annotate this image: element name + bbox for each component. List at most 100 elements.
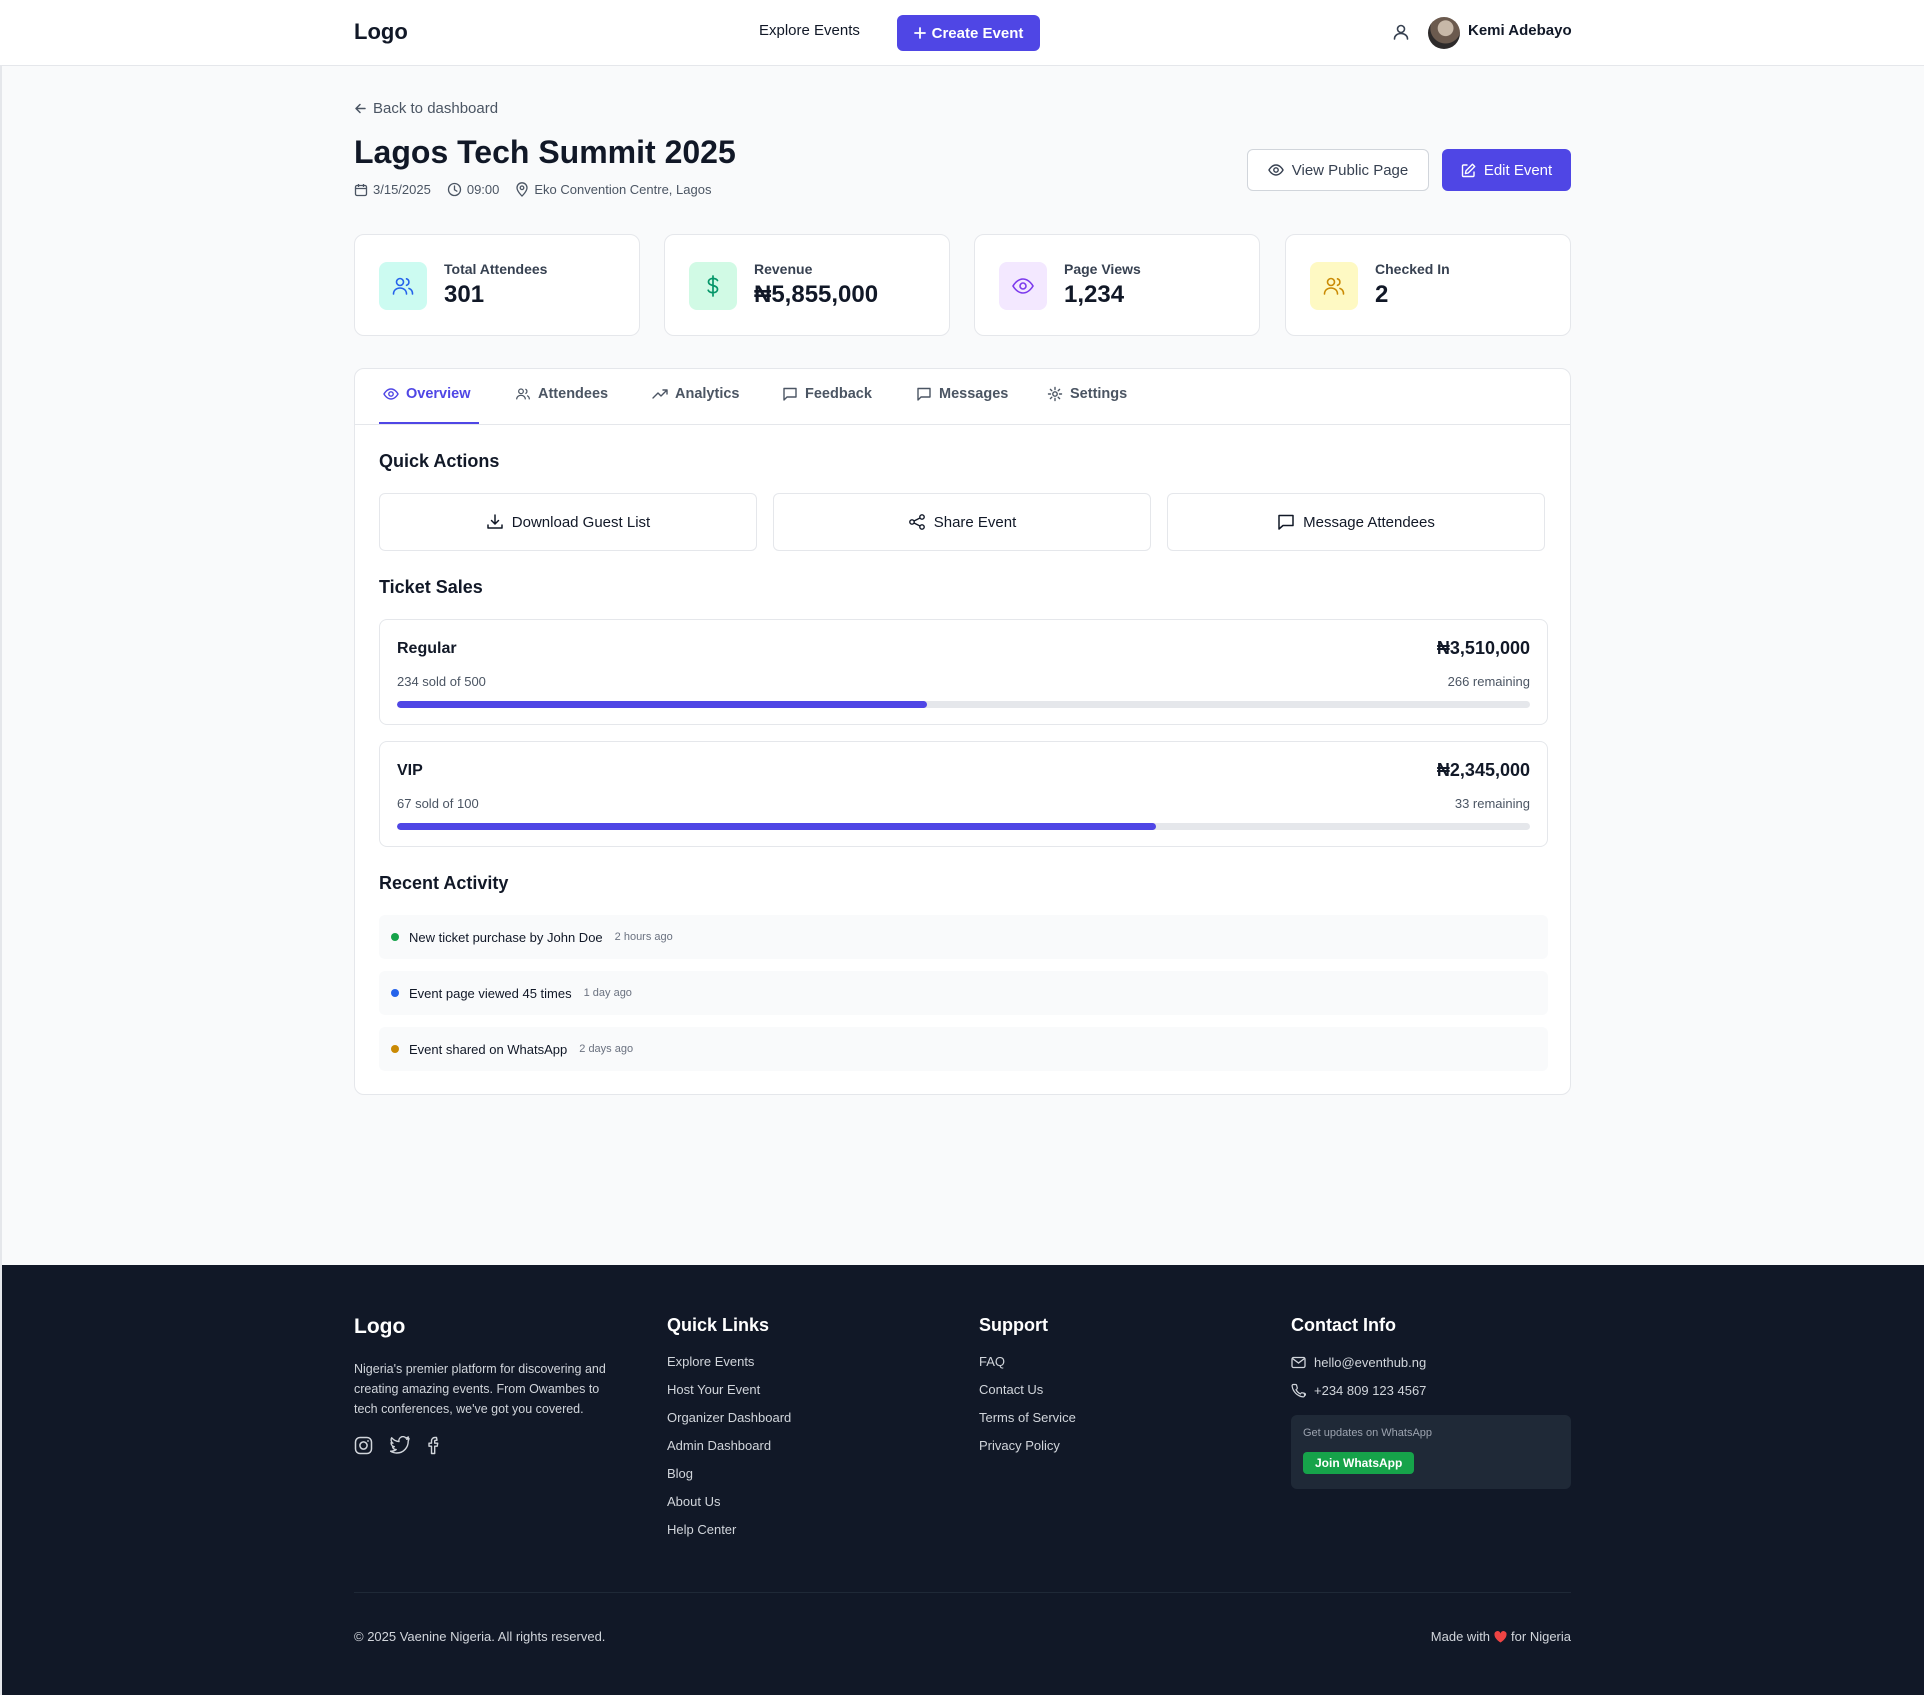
stat-value: ₦5,855,000 xyxy=(754,281,879,308)
button-label: Message Attendees xyxy=(1303,513,1435,531)
tab-label: Attendees xyxy=(538,386,609,402)
stat-icon-bg xyxy=(1310,262,1358,310)
footer-logo[interactable]: Logo xyxy=(354,1315,616,1339)
event-time-text: 09:00 xyxy=(466,182,500,197)
users-icon xyxy=(516,388,530,400)
tab-overview[interactable]: Overview xyxy=(383,386,471,402)
map-pin-icon xyxy=(516,182,529,197)
ticket-tier-regular: Regular ₦3,510,000 234 sold of 500 266 r… xyxy=(379,619,1548,725)
activity-time: 2 days ago xyxy=(579,1043,634,1055)
event-location-text: Eko Convention Centre, Lagos xyxy=(534,182,712,197)
logo[interactable]: Logo xyxy=(354,19,408,45)
tab-feedback[interactable]: Feedback xyxy=(782,386,872,402)
phone-icon xyxy=(1291,1383,1306,1398)
copyright: © 2025 Vaenine Nigeria. All rights reser… xyxy=(354,1629,606,1644)
event-time: 09:00 xyxy=(447,182,500,197)
footer-heading: Contact Info xyxy=(1291,1315,1396,1335)
activity-item: Event page viewed 45 times 1 day ago xyxy=(379,971,1548,1015)
nav-explore-events[interactable]: Explore Events xyxy=(759,22,860,39)
ticket-remaining: 266 remaining xyxy=(1447,674,1530,689)
eye-icon xyxy=(1267,164,1284,176)
footer-link[interactable]: Blog xyxy=(667,1466,791,1483)
ticket-sold: 67 sold of 100 xyxy=(397,796,479,811)
footer-link[interactable]: Privacy Policy xyxy=(979,1438,1076,1455)
event-details-panel: Overview Attendees Analytics Feedback Me… xyxy=(354,368,1571,1095)
active-tab-indicator xyxy=(379,422,479,424)
trending-up-icon xyxy=(652,389,668,399)
contact-phone[interactable]: +234 809 123 4567 xyxy=(1291,1382,1571,1399)
event-date: 3/15/2025 xyxy=(354,182,431,197)
message-square-icon xyxy=(917,387,931,401)
share-icon xyxy=(908,514,925,530)
footer-support: Support FAQ Contact Us Terms of Service … xyxy=(979,1315,1076,1466)
back-link-label: Back to dashboard xyxy=(373,100,499,117)
ticket-sold: 234 sold of 500 xyxy=(397,674,486,689)
status-dot xyxy=(391,1045,399,1053)
made-with-text: Made with for Nigeria xyxy=(1431,1629,1571,1644)
tab-analytics[interactable]: Analytics xyxy=(652,386,739,402)
activity-time: 1 day ago xyxy=(583,987,632,999)
tab-bar: Overview Attendees Analytics Feedback Me… xyxy=(355,369,1570,425)
message-attendees-button[interactable]: Message Attendees xyxy=(1167,493,1545,551)
tab-settings[interactable]: Settings xyxy=(1047,386,1127,402)
avatar[interactable] xyxy=(1428,17,1460,49)
footer-link[interactable]: Organizer Dashboard xyxy=(667,1410,791,1427)
edit-event-button[interactable]: Edit Event xyxy=(1442,149,1571,191)
twitter-icon[interactable] xyxy=(390,1436,410,1455)
user-name[interactable]: Kemi Adebayo xyxy=(1468,22,1572,39)
join-whatsapp-button[interactable]: Join WhatsApp xyxy=(1303,1452,1415,1474)
quick-actions-title: Quick Actions xyxy=(379,451,500,471)
progress-track xyxy=(397,823,1530,830)
view-public-page-button[interactable]: View Public Page xyxy=(1247,149,1429,191)
tab-attendees[interactable]: Attendees xyxy=(515,386,608,402)
instagram-icon[interactable] xyxy=(354,1436,373,1455)
create-event-label: Create Event xyxy=(931,24,1024,42)
activity-text: Event shared on WhatsApp xyxy=(409,1041,568,1057)
top-navbar: Logo Explore Events Create Event Kemi Ad… xyxy=(0,0,1924,66)
facebook-icon[interactable] xyxy=(427,1436,441,1455)
tab-label: Overview xyxy=(406,386,471,402)
footer-link[interactable]: Explore Events xyxy=(667,1354,791,1371)
contact-email-text: hello@eventhub.ng xyxy=(1314,1355,1427,1370)
clock-icon xyxy=(447,182,461,197)
create-event-button[interactable]: Create Event xyxy=(897,15,1040,51)
dollar-icon xyxy=(707,275,719,297)
activity-text: Event page viewed 45 times xyxy=(409,985,572,1001)
stat-card-checked-in: Checked In 2 xyxy=(1285,234,1571,336)
user-icon[interactable] xyxy=(1391,22,1411,42)
status-dot xyxy=(391,933,399,941)
progress-fill xyxy=(397,701,928,708)
ticket-name: VIP xyxy=(397,762,423,779)
back-to-dashboard-link[interactable]: Back to dashboard xyxy=(354,100,498,117)
ticket-tier-vip: VIP ₦2,345,000 67 sold of 100 33 remaini… xyxy=(379,741,1548,847)
footer-link[interactable]: Host Your Event xyxy=(667,1382,791,1399)
made-with-suffix: for Nigeria xyxy=(1511,1629,1571,1644)
footer-link[interactable]: About Us xyxy=(667,1494,791,1511)
eye-icon xyxy=(1012,278,1034,294)
ticket-revenue: ₦3,510,000 xyxy=(1436,638,1530,658)
stat-value: 301 xyxy=(444,281,485,308)
footer-link[interactable]: FAQ xyxy=(979,1354,1076,1371)
footer-link[interactable]: Terms of Service xyxy=(979,1410,1076,1427)
footer-link[interactable]: Help Center xyxy=(667,1522,791,1539)
tab-messages[interactable]: Messages xyxy=(916,386,1008,402)
footer-description: Nigeria's premier platform for discoveri… xyxy=(354,1362,606,1416)
activity-time: 2 hours ago xyxy=(614,931,673,943)
tab-label: Settings xyxy=(1070,386,1128,402)
footer-link[interactable]: Contact Us xyxy=(979,1382,1076,1399)
eye-icon xyxy=(383,388,399,400)
contact-email[interactable]: hello@eventhub.ng xyxy=(1291,1354,1571,1371)
social-links xyxy=(354,1436,616,1455)
button-label: Share Event xyxy=(933,513,1017,531)
stat-card-page-views: Page Views 1,234 xyxy=(974,234,1260,336)
tab-label: Analytics xyxy=(675,386,740,402)
plus-icon xyxy=(913,27,926,39)
button-label: Download Guest List xyxy=(511,513,651,531)
footer-heading: Quick Links xyxy=(667,1315,770,1335)
stat-icon-bg xyxy=(999,262,1047,310)
footer-divider xyxy=(354,1592,1571,1593)
download-guest-list-button[interactable]: Download Guest List xyxy=(379,493,757,551)
share-event-button[interactable]: Share Event xyxy=(773,493,1151,551)
page-title: Lagos Tech Summit 2025 xyxy=(354,134,736,170)
footer-link[interactable]: Admin Dashboard xyxy=(667,1438,791,1455)
